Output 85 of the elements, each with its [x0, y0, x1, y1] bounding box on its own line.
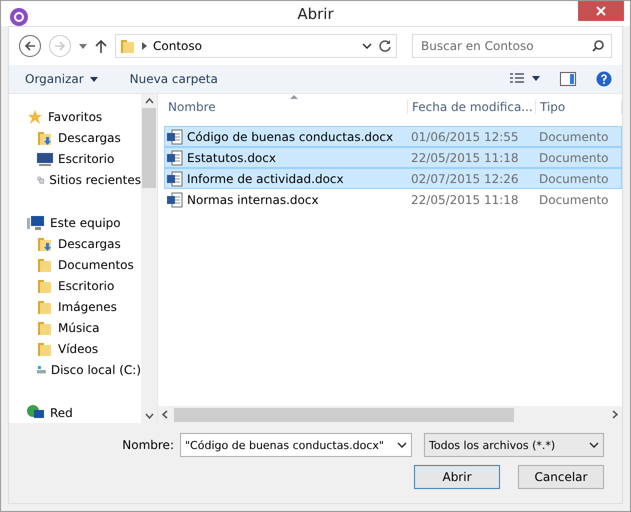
column-header[interactable]: Nombre [164, 100, 408, 114]
sidebar-item[interactable]: Disco local (C:) [9, 359, 141, 380]
file-row[interactable]: Informe de actividad.docx 02/07/2015 12:26 Documento [164, 168, 622, 189]
vertical-scrollbar[interactable] [141, 94, 157, 423]
close-button[interactable] [578, 1, 624, 21]
scroll-left-icon[interactable] [162, 410, 168, 419]
scrollbar-thumb[interactable] [142, 108, 156, 188]
file-name: Normas internas.docx [187, 192, 319, 206]
type-cell-text: Documento [538, 130, 610, 144]
word-document-icon [167, 192, 183, 208]
word-document-icon [167, 170, 183, 186]
star-icon [27, 108, 43, 124]
scroll-up-icon[interactable] [144, 98, 154, 104]
help-icon[interactable] [596, 71, 612, 87]
address-bar[interactable]: Contoso [115, 34, 397, 58]
date-cell-text: 02/07/2015 12:26 [410, 172, 520, 186]
close-icon [596, 6, 606, 16]
file-name: Código de buenas conductas.docx [187, 130, 394, 144]
file-name-label: Nombre: [122, 438, 174, 452]
file-name: Estatutos.docx [187, 150, 276, 164]
date-cell-text: 01/06/2015 12:55 [410, 130, 520, 144]
preview-pane-icon[interactable] [560, 72, 576, 86]
sidebar-item[interactable]: Descargas [9, 127, 141, 148]
download-folder-icon [37, 236, 53, 252]
forward-arrow-icon [54, 40, 66, 52]
sidebar-item[interactable]: Documentos [9, 254, 141, 275]
monitor-icon [37, 152, 53, 166]
date-cell-text: 22/05/2015 11:18 [410, 192, 520, 206]
search-icon [592, 40, 604, 52]
file-row[interactable]: Normas internas.docx 22/05/2015 11:18 Documento [164, 189, 622, 210]
type-cell-text: Documento [538, 172, 610, 186]
window-title: Abrir [297, 4, 334, 22]
column-header[interactable]: Tipo [536, 100, 622, 114]
search-field[interactable]: Buscar en Contoso [412, 34, 612, 58]
word-document-icon [167, 150, 183, 166]
folder-icon [37, 320, 53, 336]
new-folder-button[interactable]: Nueva carpeta [124, 70, 224, 88]
sidebar-item[interactable]: Vídeos [9, 338, 141, 359]
type-cell-text: Documento [538, 192, 610, 206]
organize-menu[interactable]: Organizar [19, 70, 104, 88]
cancel-button[interactable]: Cancelar [518, 465, 604, 489]
up-arrow-icon[interactable] [95, 39, 107, 53]
file-name-field[interactable]: "Código de buenas conductas.docx" [180, 433, 412, 457]
sidebar-group[interactable]: Favoritos [9, 106, 141, 127]
folder-icon [37, 340, 53, 356]
refresh-icon[interactable] [378, 39, 392, 53]
network-icon [27, 404, 45, 420]
sort-indicator-icon [290, 95, 298, 99]
computer-icon [27, 214, 45, 230]
breadcrumb-arrow-icon [142, 42, 147, 50]
view-options-icon[interactable] [510, 73, 540, 85]
scrollbar-thumb[interactable] [174, 408, 514, 422]
recent-locations-icon[interactable] [79, 44, 87, 48]
download-folder-icon [37, 130, 53, 146]
address-dropdown-icon [362, 43, 372, 49]
column-header[interactable]: Fecha de modifica... [408, 100, 536, 114]
open-button[interactable]: Abrir [414, 465, 500, 489]
sidebar-item[interactable]: Imágenes [9, 296, 141, 317]
sidebar-group[interactable]: Red [9, 402, 141, 423]
file-row[interactable]: Estatutos.docx 22/05/2015 11:18 Documento [164, 147, 622, 168]
file-row[interactable]: Código de buenas conductas.docx 01/06/2015 12:55 Documento [164, 126, 622, 147]
file-name: Informe de actividad.docx [187, 172, 344, 186]
caret-icon [90, 76, 98, 82]
back-arrow-icon [24, 40, 36, 52]
word-document-icon [167, 128, 183, 144]
chevron-down-icon [397, 442, 407, 448]
folder-icon [37, 298, 53, 314]
folder-icon [37, 256, 53, 272]
horizontal-scrollbar[interactable] [158, 406, 622, 423]
sidebar-group[interactable]: Este equipo [9, 212, 141, 233]
chevron-down-icon [589, 442, 599, 448]
date-cell-text: 22/05/2015 11:18 [410, 150, 520, 164]
sidebar-item[interactable]: Descargas [9, 233, 141, 254]
path-text: Contoso [153, 39, 203, 53]
sidebar-item[interactable]: Sitios recientes [9, 169, 141, 190]
scroll-right-icon[interactable] [612, 410, 618, 419]
scroll-down-icon[interactable] [144, 413, 154, 419]
folder-icon [120, 38, 136, 54]
type-cell-text: Documento [538, 150, 610, 164]
back-button[interactable] [19, 35, 41, 57]
sidebar-item[interactable]: Música [9, 317, 141, 338]
folder-icon [37, 278, 53, 294]
sidebar-item[interactable]: Escritorio [9, 275, 141, 296]
file-type-dropdown[interactable]: Todos los archivos (*.*) [424, 433, 604, 457]
sidebar-item[interactable]: Escritorio [9, 148, 141, 169]
